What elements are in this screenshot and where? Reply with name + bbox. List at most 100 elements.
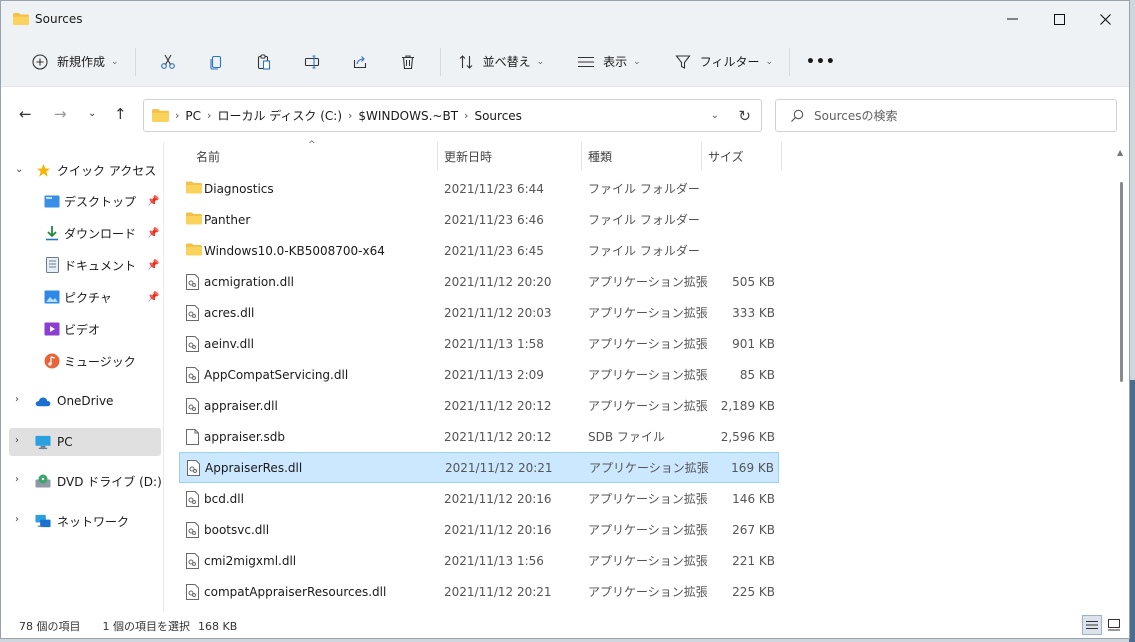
search-input[interactable]	[814, 108, 1094, 123]
file-size: 267 KB	[732, 522, 775, 537]
expand-chevron-right-icon[interactable]: ›	[15, 474, 19, 485]
dll-file-icon	[186, 521, 202, 538]
sidebar-item-quick-access[interactable]: ⌄ クイック アクセス	[1, 157, 163, 183]
forward-arrow-icon[interactable]: →	[54, 105, 67, 123]
file-type: ファイル フォルダー	[588, 244, 700, 258]
dll-file-icon	[187, 459, 203, 476]
new-button[interactable]: 新規作成 ⌄	[23, 45, 127, 79]
filter-button[interactable]: フィルター ⌄	[666, 45, 781, 79]
file-row[interactable]: aeinv.dll 2021/11/13 1:58 アプリケーション拡張 901 KB	[179, 328, 779, 359]
folder-icon	[13, 13, 29, 25]
file-name: AppraiserRes.dll	[205, 460, 303, 475]
sidebar-item-pictures[interactable]: ピクチャ 📌	[1, 284, 163, 310]
address-history-chevron-icon[interactable]: ⌄	[711, 110, 719, 121]
pin-icon[interactable]: 📌	[147, 196, 159, 207]
paste-button[interactable]	[244, 45, 284, 79]
folder-row[interactable]: Diagnostics 2021/11/23 6:44 ファイル フォルダー	[179, 173, 779, 204]
sidebar-item-downloads[interactable]: ダウンロード 📌	[1, 220, 163, 246]
file-type: アプリケーション拡張	[588, 275, 708, 289]
breadcrumb-windows-bt[interactable]: $WINDOWS.~BT	[358, 109, 458, 123]
file-size: 505 KB	[732, 274, 775, 289]
sidebar-label: ピクチャ	[64, 290, 112, 305]
refresh-icon[interactable]: ↻	[738, 107, 751, 125]
vertical-scrollbar[interactable]: ▲	[1113, 142, 1129, 612]
sidebar-item-pc[interactable]: › PC	[9, 428, 161, 456]
file-row[interactable]: bootsvc.dll 2021/11/12 20:16 アプリケーション拡張 267…	[179, 514, 779, 545]
scroll-up-arrow-icon[interactable]: ▲	[1117, 148, 1123, 157]
file-row[interactable]: cmi2migxml.dll 2021/11/13 1:56 アプリケーション拡張 2…	[179, 545, 779, 576]
sidebar-item-documents[interactable]: ドキュメント 📌	[1, 252, 163, 278]
file-row[interactable]: appraiser.sdb 2021/11/12 20:12 SDB ファイル 2,5…	[179, 421, 779, 452]
column-header-type[interactable]: 種類	[582, 142, 702, 170]
file-row[interactable]: AppraiserRes.dll 2021/11/12 20:21 アプリケーション…	[179, 452, 779, 483]
share-button[interactable]	[340, 45, 380, 79]
search-box[interactable]	[775, 99, 1117, 132]
file-row[interactable]: compatAppraiserResources.dll 2021/11/12 2…	[179, 576, 779, 607]
view-button[interactable]: 表示 ⌄	[569, 45, 649, 79]
toolbar-divider	[439, 47, 441, 76]
file-name: Panther	[204, 212, 251, 227]
expand-chevron-right-icon[interactable]: ›	[15, 435, 19, 446]
sidebar-item-music[interactable]: ミュージック	[1, 348, 163, 374]
file-row[interactable]: bcd.dll 2021/11/12 20:16 アプリケーション拡張 146 KB	[179, 483, 779, 514]
sidebar-label: ダウンロード	[64, 226, 137, 241]
document-icon	[44, 257, 60, 273]
rename-button[interactable]	[292, 45, 332, 79]
file-date: 2021/11/23 6:44	[444, 181, 544, 196]
breadcrumb-chevron-icon[interactable]: ›	[175, 109, 179, 122]
scrollbar-thumb[interactable]	[1120, 182, 1123, 382]
sidebar-item-desktop[interactable]: デスクトップ 📌	[1, 188, 163, 214]
sort-button[interactable]: 並べ替え ⌄	[449, 45, 553, 79]
breadcrumb-chevron-icon[interactable]: ›	[464, 109, 468, 122]
minimize-button[interactable]	[989, 1, 1035, 37]
file-row[interactable]: acmigration.dll 2021/11/12 20:20 アプリケーション拡…	[179, 266, 779, 297]
folder-icon	[186, 212, 202, 228]
breadcrumb-chevron-icon[interactable]: ›	[348, 109, 352, 122]
file-name: acmigration.dll	[204, 274, 294, 289]
file-row[interactable]: AppCompatServicing.dll 2021/11/13 2:09 アプリ…	[179, 359, 779, 390]
sidebar-item-dvd-drive[interactable]: › DVD ドライブ (D:) CPR	[1, 468, 163, 494]
sidebar-item-onedrive[interactable]: › OneDrive	[1, 388, 163, 414]
column-header-label: 種類	[588, 149, 613, 164]
close-button[interactable]	[1082, 1, 1128, 37]
large-icons-view-icon	[1108, 619, 1120, 631]
maximize-button[interactable]	[1036, 1, 1082, 37]
large-icons-view-toggle[interactable]	[1104, 615, 1124, 635]
column-header-size[interactable]: サイズ	[702, 142, 782, 170]
expand-chevron-down-icon[interactable]: ⌄	[15, 164, 23, 175]
file-row[interactable]: appraiser.dll 2021/11/12 20:12 アプリケーション拡張 2…	[179, 390, 779, 421]
more-options-button[interactable]: •••	[798, 45, 844, 79]
pin-icon[interactable]: 📌	[147, 260, 159, 271]
breadcrumb-chevron-icon[interactable]: ›	[207, 109, 211, 122]
breadcrumb-pc[interactable]: PC	[185, 109, 201, 123]
expand-chevron-right-icon[interactable]: ›	[15, 514, 19, 525]
dll-file-icon	[186, 273, 202, 290]
delete-button[interactable]	[388, 45, 428, 79]
up-arrow-icon[interactable]: ↑	[114, 105, 127, 123]
sidebar-label: PC	[57, 435, 73, 449]
file-size: 225 KB	[732, 584, 775, 599]
address-bar[interactable]: › PC › ローカル ディスク (C:) › $WINDOWS.~BT › S…	[143, 99, 762, 132]
details-view-toggle[interactable]	[1082, 615, 1102, 635]
expand-chevron-right-icon[interactable]: ›	[15, 394, 19, 405]
column-header-name[interactable]: 名前	[181, 142, 438, 170]
file-row[interactable]: acres.dll 2021/11/12 20:03 アプリケーション拡張 333 K…	[179, 297, 779, 328]
pin-icon[interactable]: 📌	[147, 292, 159, 303]
recent-locations-chevron-icon[interactable]: ⌄	[88, 108, 96, 119]
file-name: appraiser.sdb	[204, 429, 285, 444]
computer-icon	[35, 434, 51, 450]
sidebar-item-videos[interactable]: ビデオ	[1, 316, 163, 342]
back-arrow-icon[interactable]: ←	[19, 105, 32, 123]
pin-icon[interactable]: 📌	[147, 228, 159, 239]
breadcrumb-local-disk[interactable]: ローカル ディスク (C:)	[217, 107, 342, 124]
sidebar-label: クイック アクセス	[57, 163, 157, 178]
column-header-date[interactable]: 更新日時	[438, 142, 582, 170]
cut-button[interactable]	[148, 45, 188, 79]
sidebar-item-network[interactable]: › ネットワーク	[1, 508, 163, 534]
breadcrumb-sources[interactable]: Sources	[474, 109, 521, 123]
folder-row[interactable]: Windows10.0-KB5008700-x64 2021/11/23 6:45…	[179, 235, 779, 266]
copy-button[interactable]	[196, 45, 236, 79]
folder-row[interactable]: Panther 2021/11/23 6:46 ファイル フォルダー	[179, 204, 779, 235]
title-bar[interactable]: Sources	[1, 1, 1129, 37]
file-type: アプリケーション拡張	[588, 337, 708, 351]
